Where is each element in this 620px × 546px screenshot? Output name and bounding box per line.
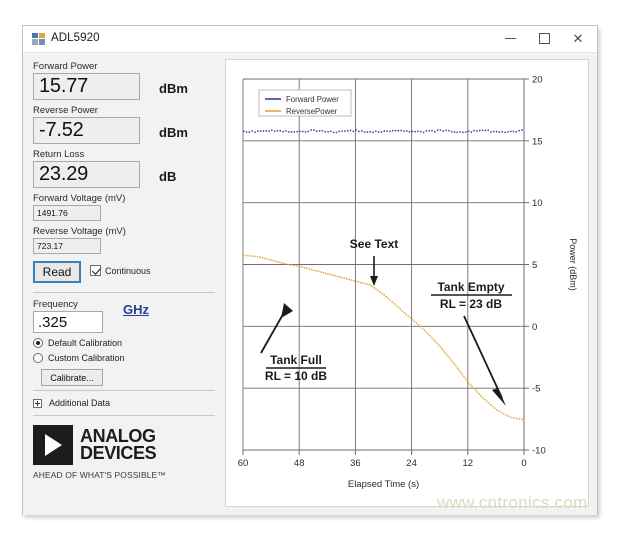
return-loss-label: Return Loss: [33, 149, 215, 160]
minimize-button[interactable]: [493, 26, 527, 51]
additional-data-expander[interactable]: Additional Data: [33, 398, 215, 408]
frequency-input[interactable]: .325: [33, 311, 103, 333]
reverse-power-value: -7.52: [33, 117, 140, 144]
chart-legend: Forward Power ReversePower: [259, 90, 351, 116]
reverse-voltage-label: Reverse Voltage (mV): [33, 226, 215, 237]
divider-3: [33, 415, 215, 416]
radio-icon-default[interactable]: [33, 338, 43, 348]
default-calibration-radio[interactable]: Default Calibration: [33, 338, 215, 348]
svg-text:See Text: See Text: [350, 237, 398, 251]
svg-text:RL = 10 dB: RL = 10 dB: [265, 369, 327, 383]
calibrate-button[interactable]: Calibrate...: [41, 369, 103, 386]
forward-power-label: Forward Power: [33, 61, 215, 72]
x-tick-label: 0: [521, 458, 526, 469]
site-watermark: www.cntronics.com: [437, 493, 588, 513]
custom-calibration-radio[interactable]: Custom Calibration: [33, 353, 215, 363]
control-panel: Forward Power 15.77 dBm Reverse Power -7…: [33, 61, 215, 480]
svg-text:RL = 23 dB: RL = 23 dB: [440, 297, 502, 311]
y-tick-label: 0: [532, 322, 537, 333]
title-bar: ADL5920 ✕: [23, 26, 597, 53]
custom-calibration-label: Custom Calibration: [48, 353, 125, 363]
reverse-voltage-field: Reverse Voltage (mV) 723.17: [33, 226, 215, 254]
screenshot-root: ADL5920 ✕ Forward Power 15.77 dBm Revers…: [0, 0, 620, 546]
y-axis-label: Power (dBm): [568, 238, 578, 291]
analog-devices-logo: ANALOG DEVICES AHEAD OF WHAT'S POSSIBLE™: [33, 425, 215, 480]
maximize-button[interactable]: [527, 26, 561, 51]
power-vs-time-chart: 20 15 10 5 0 -5 -10 60 48 36 24 12 0 Elapsed Time (s)…: [226, 60, 588, 506]
y-tick-label: 15: [532, 136, 543, 147]
window-title: ADL5920: [51, 32, 100, 44]
return-loss-value: 23.29: [33, 161, 140, 188]
forward-voltage-label: Forward Voltage (mV): [33, 193, 215, 204]
reverse-power-unit: dBm: [159, 125, 188, 140]
y-tick-label: -10: [532, 446, 546, 457]
close-button[interactable]: ✕: [561, 26, 595, 51]
legend-label: Forward Power: [286, 95, 339, 104]
forward-voltage-field: Forward Voltage (mV) 1491.76: [33, 193, 215, 221]
read-button[interactable]: Read: [33, 261, 81, 283]
logo-tagline: AHEAD OF WHAT'S POSSIBLE™: [33, 470, 215, 480]
read-row: Read Continuous: [33, 261, 215, 285]
x-tick-label: 48: [294, 458, 305, 469]
forward-voltage-value: 1491.76: [33, 205, 101, 221]
svg-text:Tank Full: Tank Full: [270, 353, 322, 367]
x-tick-label: 24: [406, 458, 417, 469]
chart-panel: 20 15 10 5 0 -5 -10 60 48 36 24 12 0 Elapsed Time (s)…: [225, 59, 589, 507]
analog-devices-mark-icon: [33, 425, 73, 465]
x-tick-label: 12: [463, 458, 474, 469]
forward-power-field: Forward Power 15.77 dBm: [33, 61, 215, 100]
y-tick-label: 20: [532, 75, 543, 86]
continuous-checkbox[interactable]: Continuous: [90, 265, 151, 276]
y-tick-label: 10: [532, 198, 543, 209]
radio-icon-custom[interactable]: [33, 353, 43, 363]
additional-data-label: Additional Data: [49, 398, 110, 408]
reverse-power-label: Reverse Power: [33, 105, 215, 116]
continuous-label: Continuous: [105, 266, 151, 276]
x-axis-label: Elapsed Time (s): [348, 479, 419, 490]
x-tick-label: 60: [238, 458, 249, 469]
return-loss-unit: dB: [159, 169, 176, 184]
reverse-voltage-value: 723.17: [33, 238, 101, 254]
x-tick-label: 36: [350, 458, 361, 469]
divider-2: [33, 390, 215, 391]
logo-line-2: DEVICES: [80, 445, 156, 462]
forward-power-value: 15.77: [33, 73, 140, 100]
forward-power-unit: dBm: [159, 81, 188, 96]
frequency-field: Frequency .325 GHz: [33, 299, 215, 333]
checkbox-icon[interactable]: [90, 265, 101, 276]
application-window: ADL5920 ✕ Forward Power 15.77 dBm Revers…: [22, 25, 598, 515]
ghz-link[interactable]: GHz: [123, 302, 149, 317]
y-tick-label: -5: [532, 384, 540, 395]
reverse-power-field: Reverse Power -7.52 dBm: [33, 105, 215, 144]
plus-expander-icon[interactable]: [33, 399, 42, 408]
y-tick-label: 5: [532, 260, 537, 271]
svg-text:Tank Empty: Tank Empty: [437, 280, 504, 294]
legend-label: ReversePower: [286, 107, 338, 116]
return-loss-field: Return Loss 23.29 dB: [33, 149, 215, 188]
divider-1: [33, 292, 215, 293]
app-icon: [32, 33, 45, 45]
default-calibration-label: Default Calibration: [48, 338, 122, 348]
window-body: Forward Power 15.77 dBm Reverse Power -7…: [23, 53, 597, 515]
